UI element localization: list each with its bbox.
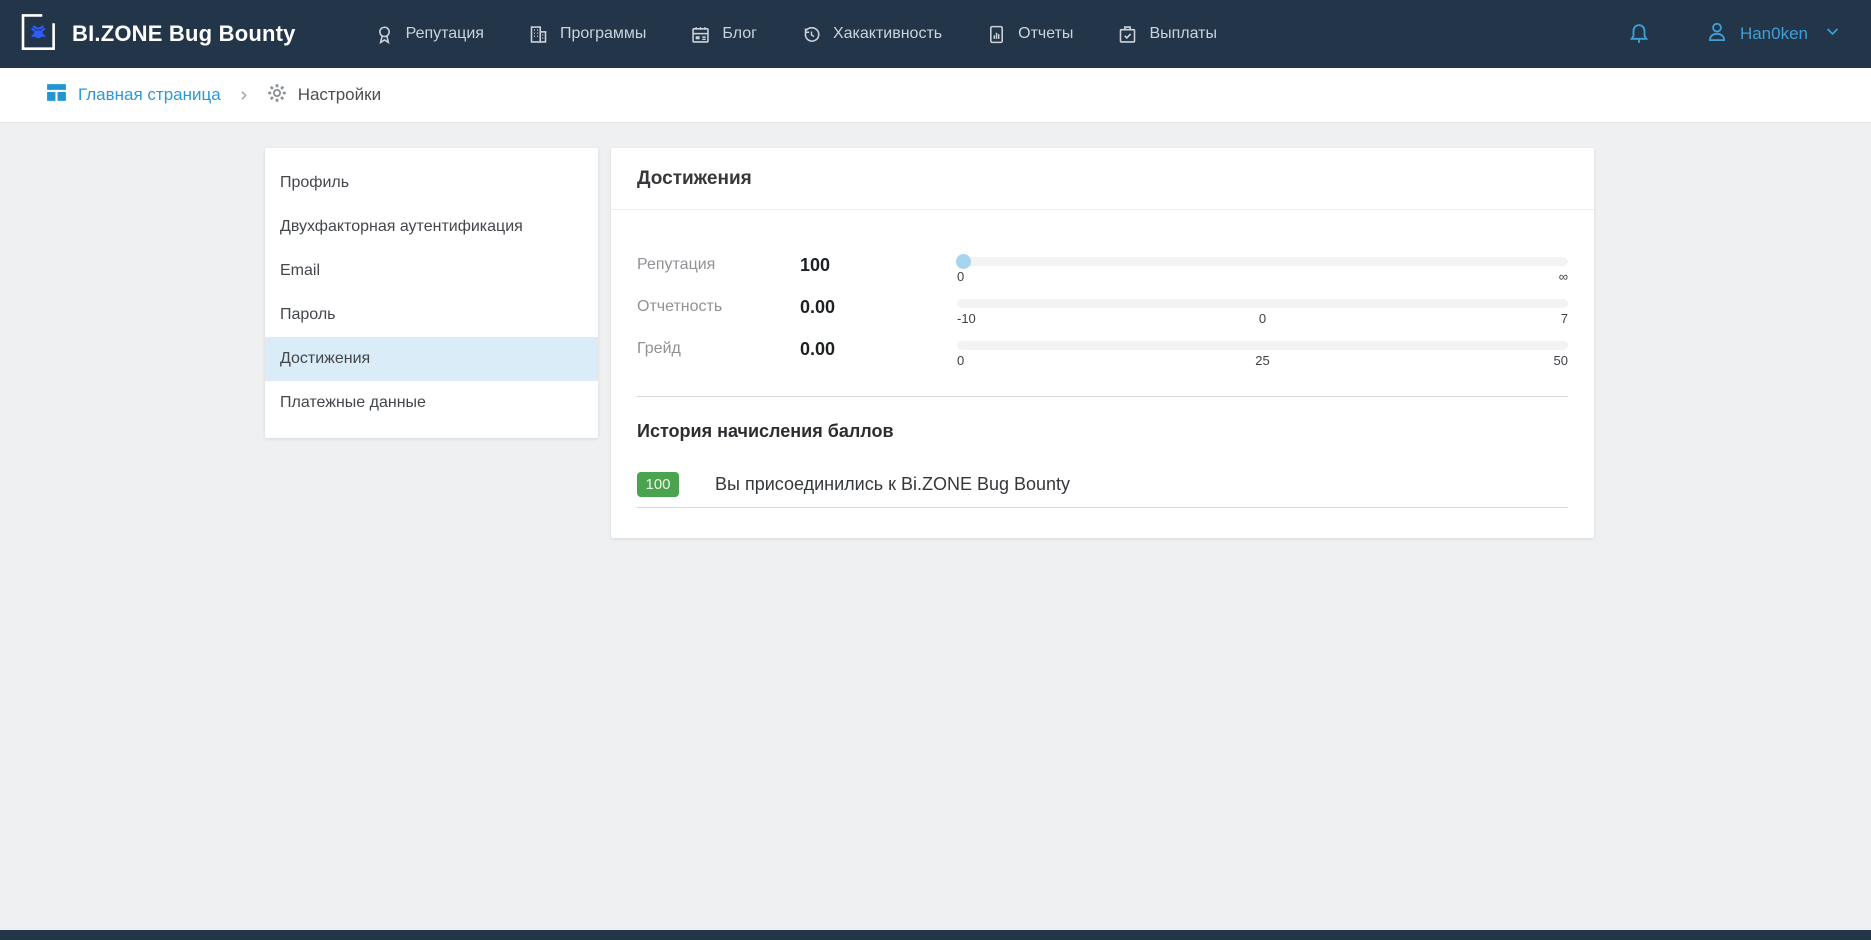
nav-item-reports[interactable]: Отчеты bbox=[986, 24, 1073, 45]
nav-item-label: Репутация bbox=[406, 25, 484, 43]
metric-value: 0.00 bbox=[800, 339, 957, 360]
scale-max: ∞ bbox=[1559, 269, 1568, 284]
logo[interactable]: BI.ZONE Bug Bounty bbox=[16, 11, 296, 58]
points-badge: 100 bbox=[637, 472, 679, 497]
settings-sidebar: Профиль Двухфакторная аутентификация Ema… bbox=[265, 148, 598, 438]
slider-scale: 0 ∞ bbox=[957, 269, 1568, 284]
scale-mid: 0 bbox=[1259, 311, 1266, 326]
page-content: Профиль Двухфакторная аутентификация Ema… bbox=[0, 124, 1871, 930]
breadcrumb-home[interactable]: Главная страница bbox=[45, 81, 221, 109]
scale-mid: 25 bbox=[1255, 353, 1269, 368]
metric-value: 100 bbox=[800, 255, 957, 276]
grade-slider: 0 25 50 bbox=[957, 331, 1568, 368]
metric-label: Репутация bbox=[637, 256, 800, 274]
slider-track bbox=[957, 299, 1568, 308]
slider-scale: 0 25 50 bbox=[957, 353, 1568, 368]
history-icon bbox=[801, 24, 822, 45]
nav-item-label: Блог bbox=[722, 25, 757, 43]
breadcrumb-current-label: Настройки bbox=[298, 85, 381, 105]
sidebar-item-achievements[interactable]: Достижения bbox=[265, 337, 598, 381]
sidebar-item-password[interactable]: Пароль bbox=[265, 293, 598, 337]
nav-item-label: Выплаты bbox=[1149, 25, 1217, 43]
reporting-slider: -10 0 7 bbox=[957, 289, 1568, 326]
logo-title: BI.ZONE Bug Bounty bbox=[72, 21, 296, 47]
history-entry: 100 Вы присоединились к Bi.ZONE Bug Boun… bbox=[637, 472, 1568, 508]
blog-icon bbox=[690, 24, 711, 45]
chevron-down-icon bbox=[1824, 23, 1841, 45]
nav-item-payouts[interactable]: Выплаты bbox=[1117, 24, 1217, 45]
scale-max: 50 bbox=[1554, 353, 1568, 368]
reputation-slider: 0 ∞ bbox=[957, 247, 1568, 284]
slider-track bbox=[957, 257, 1568, 266]
scale-min: 0 bbox=[957, 353, 964, 368]
slider-handle[interactable] bbox=[956, 254, 971, 269]
sidebar-item-email[interactable]: Email bbox=[265, 249, 598, 293]
username: Han0ken bbox=[1740, 24, 1808, 44]
history-section-title: История начисления баллов bbox=[637, 421, 1568, 442]
payouts-icon bbox=[1117, 24, 1138, 45]
nav-item-label: Хакактивность bbox=[833, 25, 942, 43]
scale-min: 0 bbox=[957, 269, 964, 284]
metric-label: Отчетность bbox=[637, 298, 800, 316]
slider-track bbox=[957, 341, 1568, 350]
nav-item-label: Программы bbox=[560, 25, 646, 43]
primary-nav: Репутация Программы bbox=[374, 24, 1217, 45]
gear-icon bbox=[266, 82, 288, 109]
section-divider bbox=[637, 396, 1568, 397]
metric-row-reputation: Репутация 100 0 ∞ bbox=[637, 244, 1568, 286]
achievements-card: Достижения Репутация 100 0 ∞ bbox=[611, 148, 1594, 538]
breadcrumb: Главная страница Настройки bbox=[0, 68, 1871, 123]
nav-item-reputation[interactable]: Репутация bbox=[374, 24, 484, 45]
nav-item-blog[interactable]: Блог bbox=[690, 24, 757, 45]
scale-min: -10 bbox=[957, 311, 976, 326]
breadcrumb-home-label[interactable]: Главная страница bbox=[78, 85, 221, 105]
nav-item-programs[interactable]: Программы bbox=[528, 24, 646, 45]
achievements-card-header: Достижения bbox=[611, 148, 1594, 210]
award-icon bbox=[374, 24, 395, 45]
chevron-right-icon bbox=[237, 89, 250, 102]
scale-max: 7 bbox=[1561, 311, 1568, 326]
report-icon bbox=[986, 24, 1007, 45]
building-icon bbox=[528, 24, 549, 45]
metric-row-grade: Грейд 0.00 0 25 50 bbox=[637, 328, 1568, 370]
user-menu[interactable]: Han0ken bbox=[1704, 19, 1841, 50]
bizone-bug-logo-icon bbox=[16, 11, 58, 58]
notifications-bell-icon[interactable] bbox=[1626, 21, 1652, 47]
history-entry-text: Вы присоединились к Bi.ZONE Bug Bounty bbox=[715, 474, 1070, 495]
metric-value: 0.00 bbox=[800, 297, 957, 318]
sidebar-item-profile[interactable]: Профиль bbox=[265, 161, 598, 205]
nav-item-label: Отчеты bbox=[1018, 25, 1073, 43]
sidebar-item-2fa[interactable]: Двухфакторная аутентификация bbox=[265, 205, 598, 249]
dashboard-icon bbox=[45, 81, 68, 109]
topnav-right: Han0ken bbox=[1626, 19, 1841, 50]
nav-item-hackactivity[interactable]: Хакактивность bbox=[801, 24, 942, 45]
page-title: Достижения bbox=[637, 168, 752, 190]
sidebar-item-payment-details[interactable]: Платежные данные bbox=[265, 381, 598, 425]
top-navigation: BI.ZONE Bug Bounty Репутация Программы bbox=[0, 0, 1871, 68]
achievements-card-body: Репутация 100 0 ∞ Отчетность 0.00 bbox=[611, 210, 1594, 538]
slider-scale: -10 0 7 bbox=[957, 311, 1568, 326]
user-avatar-icon bbox=[1704, 19, 1730, 50]
breadcrumb-current: Настройки bbox=[266, 82, 381, 109]
footer-strip bbox=[0, 930, 1871, 940]
metric-label: Грейд bbox=[637, 340, 800, 358]
metric-row-reporting: Отчетность 0.00 -10 0 7 bbox=[637, 286, 1568, 328]
